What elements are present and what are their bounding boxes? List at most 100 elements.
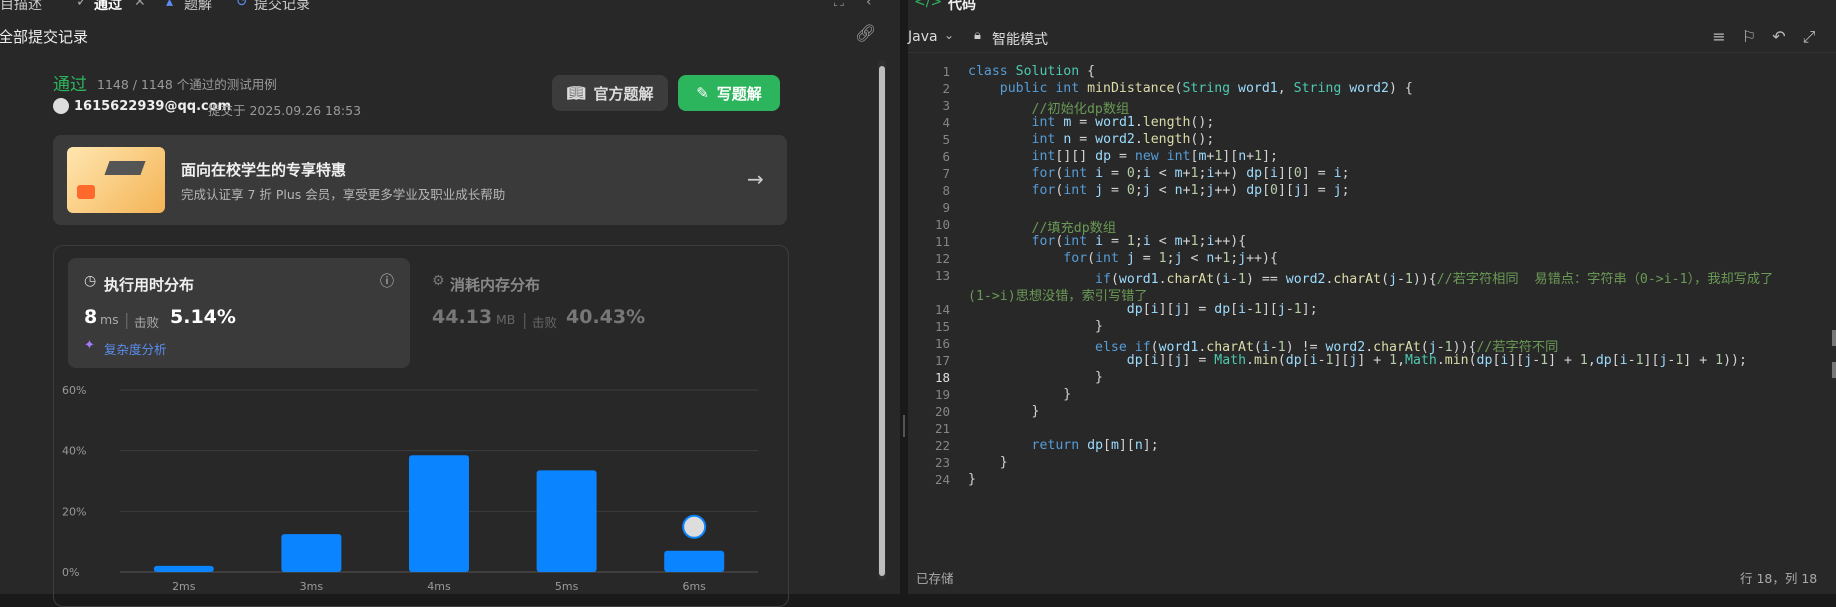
my-submission-avatar[interactable] bbox=[682, 514, 707, 539]
graduation-cap-icon bbox=[67, 147, 165, 213]
line-number: 13 bbox=[934, 268, 950, 283]
complexity-link[interactable]: 复杂度分析 bbox=[104, 339, 167, 358]
official-solution-label: 官方题解 bbox=[593, 84, 654, 103]
y-tick-label: 60% bbox=[62, 384, 86, 397]
clock-icon: ◷ bbox=[84, 273, 97, 289]
x-tick-label: 5ms bbox=[555, 580, 579, 593]
panel-resizer[interactable] bbox=[900, 0, 908, 594]
runtime-distribution-chart: 60% 40% 20% 0% 2ms 3ms 4ms 5ms 6ms bbox=[62, 384, 758, 593]
smart-mode-toggle[interactable]: 智能模式 bbox=[992, 29, 1048, 49]
line-number: 22 bbox=[934, 438, 950, 453]
line-number: 7 bbox=[942, 166, 950, 181]
memory-label: 消耗内存分布 bbox=[450, 276, 541, 294]
tab-solutions[interactable]: 题解 bbox=[184, 0, 212, 14]
left-scrollbar-track[interactable] bbox=[878, 60, 886, 580]
promo-subtitle: 完成认证享 7 折 Plus 会员，享受更多学业及职业成长帮助 bbox=[181, 187, 506, 202]
check-icon: ✓ bbox=[76, 0, 88, 10]
runtime-label: 执行用时分布 bbox=[104, 276, 195, 294]
cursor-position: 行 18，列 18 bbox=[1740, 571, 1818, 586]
code-area[interactable]: 1 class Solution {2 public int minDistanc… bbox=[908, 64, 1836, 564]
format-icon[interactable]: ≡ bbox=[1710, 28, 1728, 46]
x-tick-label: 2ms bbox=[172, 580, 196, 593]
save-status: 已存储 bbox=[916, 571, 954, 586]
chip-icon: ⚙ bbox=[432, 273, 445, 289]
y-tick-label: 0% bbox=[62, 566, 79, 579]
submission-panel: 目描述 ✓ 通过 ✕ ▴ 题解 ↺ 提交记录 ⛶ ‹ 全部提交记录 🔗︎ 通过 … bbox=[0, 0, 900, 607]
line-number: 9 bbox=[942, 200, 950, 215]
code-line[interactable]: } bbox=[968, 472, 976, 492]
memory-tab[interactable]: ⚙ 消耗内存分布 44.13 MB | 击败 40.43% bbox=[426, 258, 768, 368]
distribution-card: ◷ 执行用时分布 ⓘ 8 ms | 击败 5.14% ✦ 复杂度分析 ⚙ 消耗内… bbox=[53, 245, 789, 607]
line-number: 16 bbox=[934, 336, 950, 351]
line-number: 20 bbox=[934, 404, 950, 419]
code-icon: </> bbox=[914, 0, 943, 10]
promo-title: 面向在校学生的专享特惠 bbox=[181, 161, 347, 179]
line-number: 21 bbox=[934, 421, 950, 436]
line-number: 12 bbox=[934, 251, 950, 266]
status-text: 通过 bbox=[53, 75, 87, 95]
y-tick-label: 20% bbox=[62, 505, 86, 518]
line-number: 1 bbox=[942, 64, 950, 79]
collapse-icon[interactable]: ‹ bbox=[866, 0, 872, 10]
line-number: 10 bbox=[934, 217, 950, 232]
link-icon[interactable]: 🔗︎ bbox=[855, 24, 877, 44]
submit-time: 提交于 2025.09.26 18:53 bbox=[208, 103, 362, 118]
sparkle-icon: ✦ bbox=[84, 338, 95, 353]
line-number: 19 bbox=[934, 387, 950, 402]
fullscreen-icon[interactable]: ⛶ bbox=[834, 0, 844, 10]
lock-icon: 🔒︎ bbox=[974, 28, 981, 43]
line-number: 15 bbox=[934, 319, 950, 334]
bar[interactable] bbox=[664, 550, 725, 572]
x-tick-label: 3ms bbox=[300, 580, 324, 593]
write-solution-label: 写题解 bbox=[716, 84, 762, 103]
tab-accepted[interactable]: 通过 bbox=[94, 0, 122, 14]
line-number: 23 bbox=[934, 455, 950, 470]
runtime-tab[interactable]: ◷ 执行用时分布 ⓘ 8 ms | 击败 5.14% ✦ 复杂度分析 bbox=[68, 258, 410, 368]
memory-beats: 40.43% bbox=[566, 306, 646, 328]
official-solution-button[interactable]: 📖︎ 官方题解 bbox=[552, 75, 668, 111]
reset-icon[interactable]: ↶ bbox=[1770, 28, 1788, 46]
line-number: 17 bbox=[934, 353, 950, 368]
tab-submissions[interactable]: 提交记录 bbox=[254, 0, 310, 14]
testcase-summary: 1148 / 1148 个通过的测试用例 bbox=[97, 77, 277, 92]
line-number: 4 bbox=[942, 115, 950, 130]
editor-title: 代码 bbox=[948, 0, 976, 13]
line-number: 24 bbox=[934, 472, 950, 487]
language-select[interactable]: Java bbox=[908, 29, 938, 45]
runtime-unit: ms bbox=[100, 312, 119, 327]
x-tick-label: 4ms bbox=[427, 580, 451, 593]
bookmark-icon[interactable]: ⚐ bbox=[1740, 28, 1758, 46]
minimap-marker bbox=[1832, 362, 1836, 378]
bar[interactable] bbox=[281, 534, 342, 572]
code-line[interactable]: for(int j = 0;j < n+1;j++) dp[0][j] = j; bbox=[968, 183, 1350, 203]
student-promo-card[interactable]: 面向在校学生的专享特惠 完成认证享 7 折 Plus 会员，享受更多学业及职业成… bbox=[53, 135, 787, 225]
line-number: 6 bbox=[942, 149, 950, 164]
x-tick-label: 6ms bbox=[682, 580, 706, 593]
y-tick-label: 40% bbox=[62, 445, 86, 458]
submissions-title: 全部提交记录 bbox=[0, 28, 89, 46]
book-icon: 📖︎ bbox=[566, 84, 586, 102]
line-number: 14 bbox=[934, 302, 950, 317]
expand-icon[interactable]: ⤢ bbox=[1800, 28, 1818, 46]
bar[interactable] bbox=[153, 565, 214, 572]
tab-description[interactable]: 目描述 bbox=[0, 0, 42, 14]
line-number: 8 bbox=[942, 183, 950, 198]
info-icon[interactable]: ⓘ bbox=[380, 271, 394, 291]
code-editor-panel: </> 代码 Java ⌄ 🔒︎ 智能模式 ≡ ⚐ ↶ ⤢ 1 class Sol… bbox=[908, 0, 1836, 594]
avatar[interactable] bbox=[53, 98, 69, 114]
minimap-marker bbox=[1832, 330, 1836, 346]
write-solution-button[interactable]: ✎ 写题解 bbox=[678, 75, 780, 111]
line-number: 18 bbox=[934, 370, 950, 385]
close-tab-icon[interactable]: ✕ bbox=[134, 0, 146, 10]
bar[interactable] bbox=[409, 455, 469, 572]
panel-tabs: 目描述 ✓ 通过 ✕ ▴ 题解 ↺ 提交记录 ⛶ ‹ bbox=[0, 0, 900, 16]
code-line[interactable]: } bbox=[968, 404, 1040, 424]
bar[interactable] bbox=[536, 470, 597, 572]
left-scrollbar-thumb[interactable] bbox=[879, 66, 885, 576]
line-number: 11 bbox=[934, 234, 950, 249]
memory-value: 44.13 bbox=[432, 306, 493, 328]
chevron-down-icon[interactable]: ⌄ bbox=[944, 28, 954, 42]
memory-beats-label: 击败 bbox=[532, 315, 558, 330]
edit-icon: ✎ bbox=[696, 84, 709, 102]
arrow-right-icon: → bbox=[747, 167, 764, 191]
